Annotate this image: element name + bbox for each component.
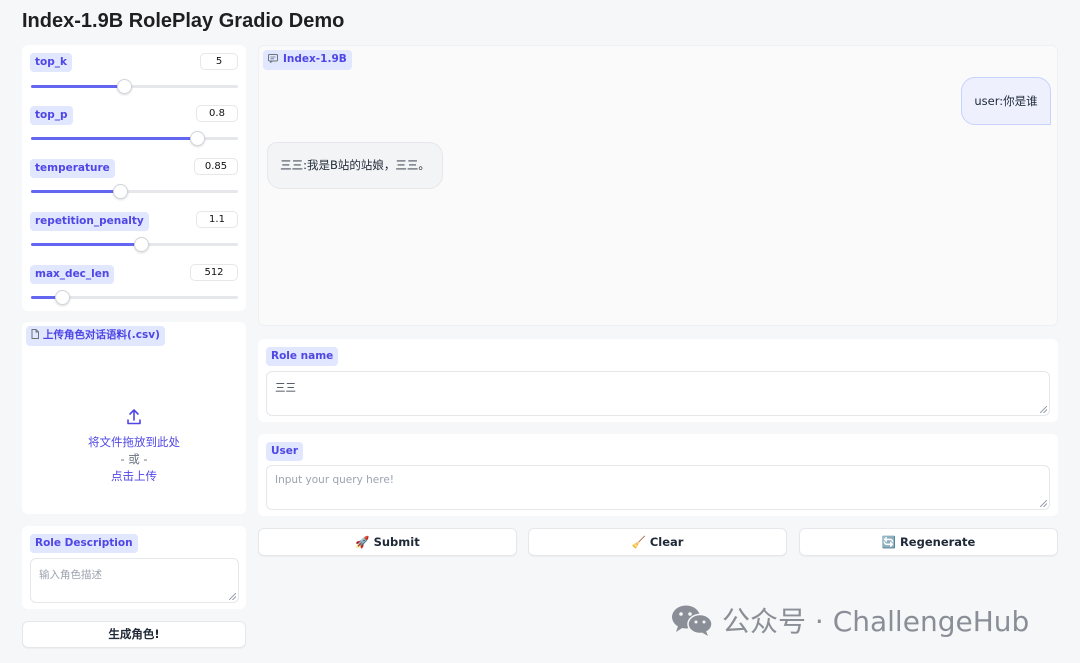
generate-role-button[interactable]: 生成角色!: [22, 621, 246, 648]
role-name-value: 三三: [275, 382, 296, 394]
params-panel: top_k 5 top_p 0.8 temperature 0.85 repet…: [22, 45, 246, 311]
max-dec-len-label: max_dec_len: [30, 265, 115, 284]
upload-click-text[interactable]: 点击上传: [22, 468, 246, 484]
top-k-slider[interactable]: [31, 79, 238, 94]
temperature-slider[interactable]: [31, 184, 238, 199]
role-description-placeholder: 输入角色描述: [39, 569, 102, 581]
role-name-field[interactable]: 三三: [266, 371, 1050, 416]
clear-button[interactable]: 🧹 Clear: [528, 528, 787, 556]
regenerate-button[interactable]: 🔄 Regenerate: [799, 528, 1058, 556]
submit-button[interactable]: 🚀 Submit: [258, 528, 517, 556]
role-name-label: Role name: [266, 347, 339, 366]
top-k-input[interactable]: 5: [200, 53, 238, 70]
top-p-slider-thumb[interactable]: [189, 131, 205, 146]
page-title: Index-1.9B RolePlay Gradio Demo: [22, 10, 345, 32]
temperature-input[interactable]: 0.85: [194, 158, 238, 175]
repetition-penalty-label: repetition_penalty: [30, 212, 149, 231]
user-message-text: user:你是谁: [974, 94, 1038, 108]
top-p-slider-fill: [31, 137, 197, 140]
upload-or-text: - 或 -: [120, 452, 148, 466]
resize-grip-icon[interactable]: [229, 593, 236, 600]
role-description-label: Role Description: [30, 534, 138, 553]
wechat-icon: [670, 602, 714, 638]
chat-icon: [268, 54, 278, 67]
bot-message-text: 三三:我是B站的站娘，三三。: [280, 158, 430, 172]
chatbot-label-text: Index-1.9B: [283, 53, 347, 65]
user-input-panel: User Input your query here!: [258, 434, 1058, 516]
chatbot-label: Index-1.9B: [263, 50, 352, 70]
top-p-label: top_p: [30, 106, 73, 125]
repetition-penalty-slider-fill: [31, 243, 141, 246]
bot-message: 三三:我是B站的站娘，三三。: [267, 142, 443, 189]
temperature-label: temperature: [30, 159, 115, 178]
upload-label-text: 上传角色对话语料(.csv): [43, 329, 160, 341]
resize-grip-icon[interactable]: [1040, 406, 1047, 413]
repetition-penalty-slider[interactable]: [31, 237, 238, 252]
user-query-field[interactable]: Input your query here!: [266, 465, 1050, 510]
upload-label: 上传角色对话语料(.csv): [26, 326, 165, 346]
repetition-penalty-input[interactable]: 1.1: [196, 211, 238, 228]
file-icon: [31, 329, 39, 343]
top-p-slider[interactable]: [31, 131, 238, 146]
repetition-penalty-slider-thumb[interactable]: [133, 237, 149, 252]
max-dec-len-slider-thumb[interactable]: [55, 290, 71, 305]
top-k-label: top_k: [30, 53, 72, 72]
user-input-label: User: [266, 442, 304, 461]
user-query-placeholder: Input your query here!: [275, 474, 394, 486]
top-k-slider-thumb[interactable]: [117, 79, 133, 94]
upload-drop-text[interactable]: 将文件拖放到此处: [22, 434, 246, 450]
temperature-slider-fill: [31, 190, 120, 193]
watermark: 公众号 · ChallengeHub: [670, 600, 1050, 640]
role-name-panel: Role name 三三: [258, 339, 1058, 422]
top-k-slider-fill: [31, 85, 125, 88]
upload-icon[interactable]: [125, 408, 143, 426]
resize-grip-icon[interactable]: [1040, 500, 1047, 507]
chatbot-panel: Index-1.9B user:你是谁 三三:我是B站的站娘，三三。: [258, 45, 1058, 326]
watermark-text: 公众号 · ChallengeHub: [722, 605, 1030, 638]
role-description-field[interactable]: 输入角色描述: [30, 558, 239, 603]
upload-panel[interactable]: 上传角色对话语料(.csv) 将文件拖放到此处 - 或 - 点击上传: [22, 322, 246, 514]
max-dec-len-input[interactable]: 512: [190, 264, 238, 281]
user-message: user:你是谁: [961, 77, 1051, 125]
max-dec-len-slider[interactable]: [31, 290, 238, 305]
top-p-input[interactable]: 0.8: [196, 105, 238, 122]
role-description-panel: Role Description 输入角色描述: [22, 526, 246, 609]
temperature-slider-thumb[interactable]: [113, 184, 128, 199]
